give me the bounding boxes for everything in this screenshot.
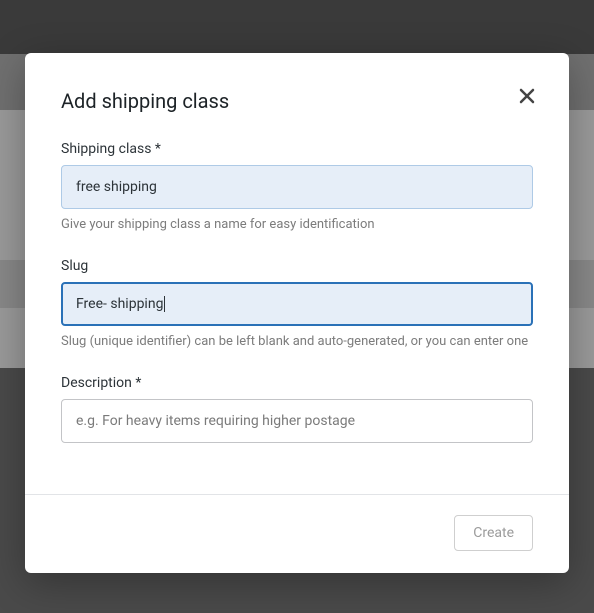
shipping-class-input[interactable] <box>61 165 533 209</box>
shipping-class-label: Shipping class * <box>61 141 533 157</box>
shipping-class-help: Give your shipping class a name for easy… <box>61 217 533 232</box>
add-shipping-class-modal: Add shipping class Shipping class * Give… <box>25 53 569 573</box>
shipping-class-field-group: Shipping class * Give your shipping clas… <box>61 141 533 232</box>
close-button[interactable] <box>515 85 539 109</box>
slug-input-value: Free- shipping <box>76 297 163 311</box>
slug-help: Slug (unique identifier) can be left bla… <box>61 334 533 349</box>
close-icon <box>519 88 535 107</box>
modal-title: Add shipping class <box>61 89 533 113</box>
description-input[interactable] <box>61 399 533 443</box>
slug-field-group: Slug Free- shipping Slug (unique identif… <box>61 258 533 349</box>
slug-input[interactable]: Free- shipping <box>61 282 533 326</box>
slug-label: Slug <box>61 258 533 274</box>
create-button[interactable]: Create <box>454 515 533 551</box>
description-label: Description * <box>61 375 533 391</box>
modal-footer: Create <box>25 494 569 573</box>
description-field-group: Description * <box>61 375 533 443</box>
modal-body: Add shipping class Shipping class * Give… <box>25 53 569 494</box>
text-caret <box>164 296 165 312</box>
